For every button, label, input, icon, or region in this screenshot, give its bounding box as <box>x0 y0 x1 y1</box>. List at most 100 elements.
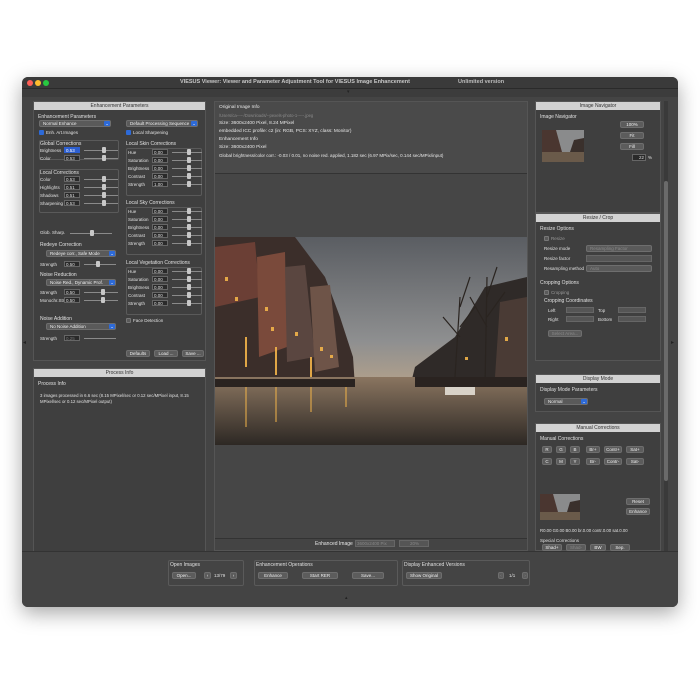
manual-correction-button[interactable]: R <box>542 446 552 453</box>
enh-art-checkbox[interactable] <box>39 130 44 135</box>
display-mode-select[interactable]: Normal ⌄ <box>544 398 588 405</box>
slider-row-value[interactable]: 0.53 <box>64 176 80 182</box>
noise-addition-slider[interactable] <box>84 338 116 339</box>
noise-addition-strength-value[interactable]: 0.25 <box>64 335 80 341</box>
collapse-right-icon[interactable]: ▸ <box>671 339 674 346</box>
local-sharpening-checkbox[interactable] <box>126 130 131 135</box>
slider-row-value[interactable]: 0.00 <box>152 149 168 155</box>
manual-correction-button[interactable]: M <box>556 458 566 465</box>
processing-sequence-select[interactable]: Default Processing Sequence ⌄ <box>126 120 198 127</box>
enhanced-image[interactable] <box>215 237 527 445</box>
manual-correction-button[interactable]: Y <box>570 458 580 465</box>
slider-track[interactable] <box>84 150 118 151</box>
slider-row-value[interactable]: 0.50 <box>64 289 80 295</box>
manual-correction-button[interactable]: Br+ <box>586 446 600 453</box>
manual-correction-button[interactable]: C <box>542 458 552 465</box>
slider-knob[interactable] <box>187 268 191 274</box>
slider-row-value[interactable]: 0.00 <box>152 224 168 230</box>
special-correction-button[interactable]: Shad- <box>566 544 586 551</box>
slider-row-value[interactable]: 0.00 <box>152 292 168 298</box>
slider-knob[interactable] <box>187 181 191 187</box>
open-button[interactable]: Open... <box>172 572 196 579</box>
slider-row-value[interactable]: 0.50 <box>64 297 80 303</box>
slider-row-value[interactable]: 0.00 <box>152 157 168 163</box>
special-correction-button[interactable]: Sep. <box>610 544 630 551</box>
slider-knob[interactable] <box>102 200 106 206</box>
manual-correction-button[interactable]: Br- <box>586 458 600 465</box>
noise-select[interactable]: Noise Red., Dynamic Prof. ⌄ <box>46 279 116 286</box>
next-image-button[interactable]: › <box>230 572 237 579</box>
zoom-100-button[interactable]: 100% <box>620 121 644 128</box>
slider-knob[interactable] <box>187 149 191 155</box>
face-detection-checkbox[interactable] <box>126 318 131 323</box>
slider-track[interactable] <box>84 158 118 159</box>
slider-knob[interactable] <box>187 300 191 306</box>
redeye-strength-slider[interactable] <box>84 264 116 265</box>
slider-row-value[interactable]: 0.00 <box>152 268 168 274</box>
slider-knob[interactable] <box>187 173 191 179</box>
crop-top-field[interactable] <box>618 307 646 313</box>
manual-correction-button[interactable]: Contr- <box>604 458 622 465</box>
enhance-mode-select[interactable]: Normal Enhance ⌄ <box>39 120 111 127</box>
save-params-button[interactable]: Save ... <box>182 350 204 357</box>
resize-mode-select[interactable]: Resampling Factor <box>586 245 652 252</box>
slider-row-value[interactable]: 0.53 <box>64 155 80 161</box>
slider-row-value[interactable]: 0.00 <box>152 240 168 246</box>
crop-left-field[interactable] <box>566 307 594 313</box>
right-scrollbar[interactable] <box>664 101 668 551</box>
resampling-method-select[interactable]: Auto <box>586 265 652 272</box>
slider-row-value[interactable]: 0.00 <box>152 208 168 214</box>
noise-addition-select[interactable]: No Noise Addition ⌄ <box>46 323 116 330</box>
slider-knob[interactable] <box>187 216 191 222</box>
slider-knob[interactable] <box>102 176 106 182</box>
load-button[interactable]: Load ... <box>154 350 178 357</box>
slider-row-value[interactable]: 0.00 <box>152 276 168 282</box>
slider-knob[interactable] <box>101 297 105 303</box>
prev-version-button[interactable]: ‹ <box>498 572 504 579</box>
defaults-button[interactable]: Defaults <box>126 350 150 357</box>
reset-button[interactable]: Reset <box>626 498 650 505</box>
prev-image-button[interactable]: ‹ <box>204 572 211 579</box>
slider-row-value[interactable]: 0.00 <box>152 232 168 238</box>
slider-knob[interactable] <box>187 208 191 214</box>
next-version-button[interactable]: › <box>522 572 528 579</box>
glob-sharp-knob[interactable] <box>90 230 94 236</box>
enhance-button[interactable]: Enhance <box>258 572 288 579</box>
zoom-field[interactable]: 20% <box>399 540 429 547</box>
slider-knob[interactable] <box>187 276 191 282</box>
slider-row-value[interactable]: 0.51 <box>64 184 80 190</box>
slider-knob[interactable] <box>102 192 106 198</box>
show-original-button[interactable]: Show Original <box>406 572 442 579</box>
zoom-percent-field[interactable]: 22 <box>632 154 646 161</box>
slider-row-value[interactable]: 0.00 <box>152 300 168 306</box>
select-area-button[interactable]: Select Area... <box>548 330 582 337</box>
crop-bottom-field[interactable] <box>618 316 646 322</box>
start-rer-button[interactable]: Start RER <box>302 572 338 579</box>
slider-track[interactable] <box>84 179 118 180</box>
slider-row-value[interactable]: 0.00 <box>152 165 168 171</box>
slider-track[interactable] <box>84 187 118 188</box>
slider-knob[interactable] <box>102 184 106 190</box>
slider-knob[interactable] <box>187 240 191 246</box>
redeye-strength-value[interactable]: 0.50 <box>64 261 80 267</box>
redeye-strength-knob[interactable] <box>96 261 100 267</box>
resize-checkbox[interactable] <box>544 236 549 241</box>
manual-correction-button[interactable]: Sat- <box>626 458 644 465</box>
slider-knob[interactable] <box>187 157 191 163</box>
navigator-thumbnail[interactable] <box>542 130 584 162</box>
manual-enhance-button[interactable]: Enhance <box>626 508 650 515</box>
redeye-select[interactable]: Redeye corr., Safe Mode ⌄ <box>46 250 116 257</box>
slider-knob[interactable] <box>187 292 191 298</box>
slider-row-value[interactable]: 0.51 <box>64 192 80 198</box>
fill-button[interactable]: Fill <box>620 143 644 150</box>
manual-correction-button[interactable]: B <box>570 446 580 453</box>
slider-knob[interactable] <box>187 165 191 171</box>
crop-right-field[interactable] <box>566 316 594 322</box>
fit-button[interactable]: Fit <box>620 132 644 139</box>
slider-row-value[interactable]: 0.00 <box>152 284 168 290</box>
slider-track[interactable] <box>84 195 118 196</box>
slider-knob[interactable] <box>101 289 105 295</box>
slider-row-value[interactable]: 0.53 <box>64 200 80 206</box>
slider-row-value[interactable]: 0.00 <box>152 173 168 179</box>
special-correction-button[interactable]: BW <box>590 544 606 551</box>
